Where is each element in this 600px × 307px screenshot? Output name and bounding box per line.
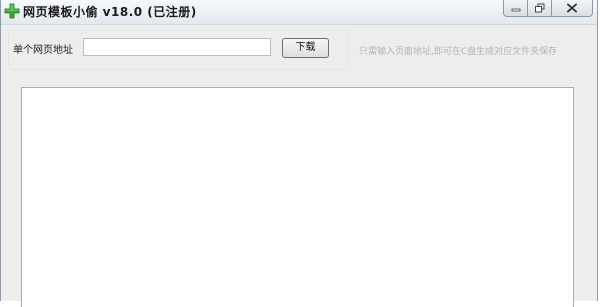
restore-icon bbox=[534, 3, 544, 13]
window-controls bbox=[503, 0, 593, 18]
app-window: 网页模板小偷 v18.0 (已注册) 单个网页地址 下载 只需输入页面地址,即可… bbox=[0, 0, 598, 307]
restore-button[interactable] bbox=[527, 0, 552, 17]
minimize-icon bbox=[511, 8, 520, 12]
hint-text: 只需输入页面地址,即可在C盘生成对应文件夹保存 bbox=[359, 47, 558, 57]
minimize-button[interactable] bbox=[503, 0, 528, 17]
url-label: 单个网页地址 bbox=[13, 45, 73, 56]
close-icon bbox=[567, 3, 577, 13]
url-input[interactable] bbox=[83, 38, 271, 56]
output-area[interactable] bbox=[21, 87, 574, 307]
close-button[interactable] bbox=[551, 0, 593, 17]
green-plus-icon bbox=[4, 3, 20, 19]
title-bar[interactable]: 网页模板小偷 v18.0 (已注册) bbox=[1, 0, 597, 25]
download-button[interactable]: 下载 bbox=[282, 38, 329, 58]
window-title: 网页模板小偷 v18.0 (已注册) bbox=[23, 5, 197, 19]
